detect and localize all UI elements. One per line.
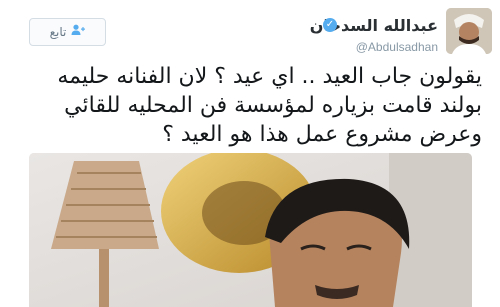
tweet-line: وعرض مشروع عمل هذا هو العيد ؟: [162, 122, 482, 147]
tweet-text: يقولون جاب العيد .. اي عيد ؟ لان الفنانه…: [22, 62, 482, 149]
follow-button[interactable]: تابع: [29, 18, 106, 46]
follow-button-label: تابع: [49, 25, 67, 39]
tweet-photo[interactable]: [29, 153, 472, 307]
tweet-line: يقولون جاب العيد .. اي عيد ؟ لان الفنانه…: [57, 64, 482, 89]
add-user-icon: [71, 24, 86, 40]
avatar[interactable]: [446, 8, 492, 54]
tweet-header: عبدالله السدحان ✓ @Abdulsadhan تابع: [0, 0, 500, 62]
tweet-line: بولند قامت بزياره لمؤسسة فن المحليه للقا…: [64, 93, 482, 118]
user-handle[interactable]: @Abdulsadhan: [356, 40, 438, 54]
verified-badge-icon: ✓: [323, 18, 337, 32]
